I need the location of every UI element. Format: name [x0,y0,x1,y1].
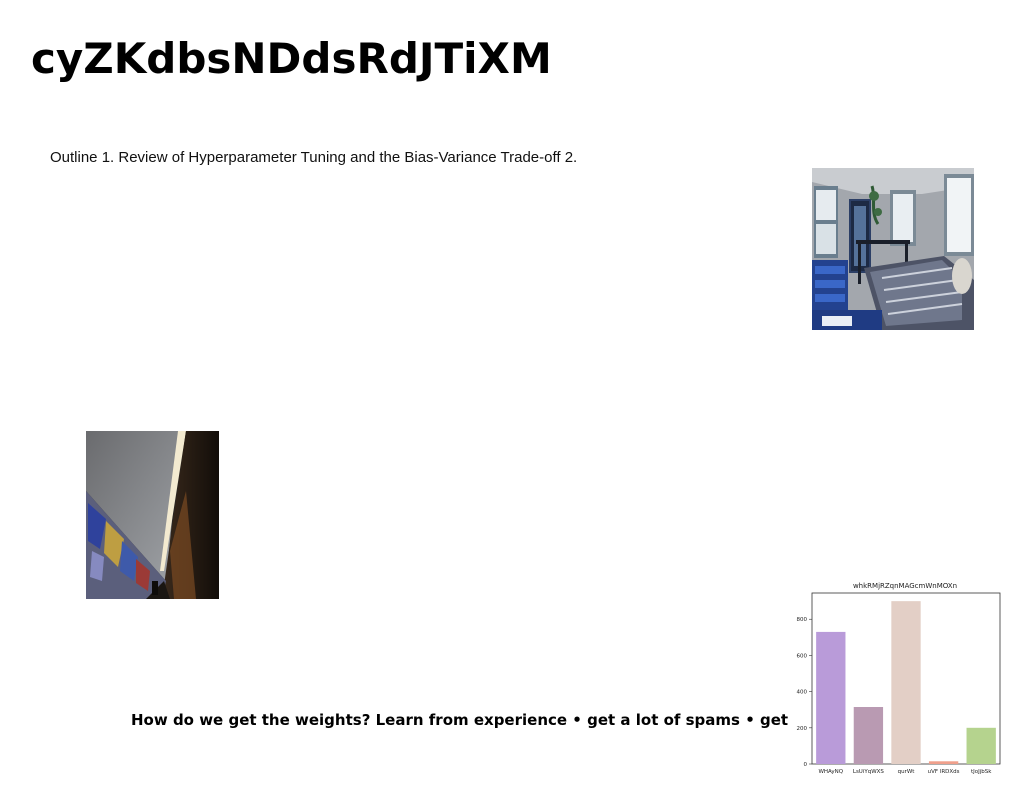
chart-y-tick-label: 200 [797,726,808,732]
chart-x-tick-label: uVF lRDXds [928,769,960,775]
tunnel-photo [86,431,219,599]
chart-y-tick-label: 400 [797,690,808,696]
chart-bars [816,601,996,764]
chart-y-tick-label: 800 [797,617,808,623]
chart-bar-5 [966,727,996,764]
chart-x-axis: WHAyNQ LsUiYqWXS qurWt uVF lRDXds tJoJjbSk [818,769,992,775]
chart-x-tick-label: LsUiYqWXS [853,769,885,775]
chart-x-tick-label: qurWt [898,769,916,775]
chart-y-tick-label: 0 [804,762,808,768]
chart-x-tick-label: WHAyNQ [818,769,843,775]
bar-chart: whkRMjRZqnMAGcmWnMOXn 0 200 400 600 800 WHAy… [790,578,1010,778]
slide: cyZKdbsNDdsRdJTiXM Outline 1. Review of … [0,0,1024,788]
slide-title: cyZKdbsNDdsRdJTiXM [31,34,552,83]
chart-y-axis: 0 200 400 600 800 [797,617,812,768]
bedroom-photo [812,168,974,330]
chart-y-tick-label: 600 [797,653,808,659]
chart-title: whkRMjRZqnMAGcmWnMOXn [853,582,957,590]
chart-x-tick-label: tJoJjbSk [971,769,992,775]
chart-bar-3 [891,601,921,764]
chart-bar-1 [816,631,846,764]
outline-text: Outline 1. Review of Hyperparameter Tuni… [50,149,578,166]
chart-bar-2 [853,707,884,764]
chart-bar-4 [928,761,959,764]
footer-text: How do we get the weights? Learn from ex… [131,711,789,729]
